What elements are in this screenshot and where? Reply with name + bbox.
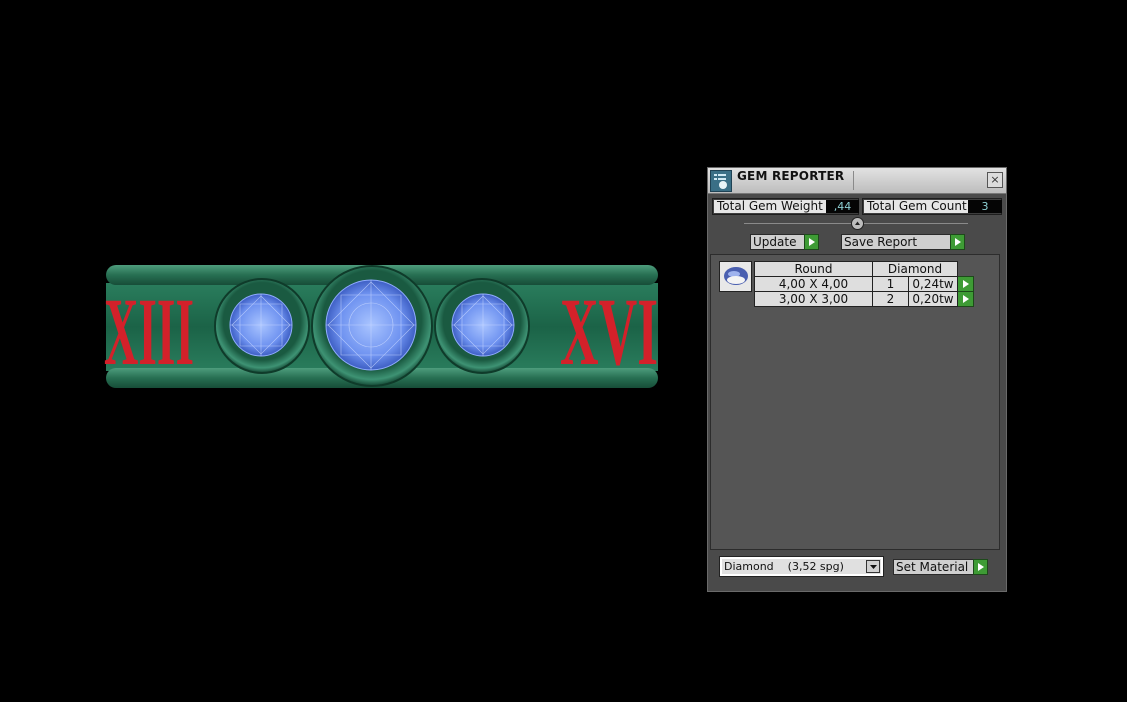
total-gem-count-field: Total Gem Count 3 [862, 198, 1002, 215]
gem-weight-cell: 0,20tw [908, 291, 958, 307]
chevron-down-icon[interactable] [866, 560, 880, 573]
update-button-label: Update [753, 235, 797, 249]
ring-render: XIII XVI [104, 265, 658, 388]
set-material-button[interactable]: Set Material [893, 559, 988, 575]
gem-count-cell: 2 [872, 291, 909, 307]
numeral-right-text: XVI [560, 278, 658, 385]
save-report-button-label: Save Report [844, 235, 918, 249]
set-material-button-label: Set Material [896, 560, 969, 574]
play-arrow-icon [804, 234, 819, 250]
gem-count-cell: 1 [872, 276, 909, 292]
gem-reporter-panel: GEM REPORTER × Total Gem Weight ,44 Tota… [707, 167, 1007, 592]
gem-right [434, 278, 530, 374]
roman-numerals-left: XIII [104, 278, 194, 385]
total-gem-weight-field: Total Gem Weight ,44 [712, 198, 859, 215]
total-gem-count-label: Total Gem Count [864, 200, 970, 213]
panel-slider-handle[interactable] [851, 217, 864, 230]
gem-left [214, 278, 310, 374]
gem-reporter-app-icon [710, 170, 732, 192]
play-arrow-icon [950, 234, 965, 250]
play-arrow-icon [973, 559, 988, 575]
round-gem-icon[interactable] [719, 261, 752, 292]
row-expand-arrow-icon[interactable] [957, 291, 974, 307]
col-header-shape: Round [754, 261, 873, 277]
material-select-value: Diamond (3,52 spg) [724, 560, 844, 573]
save-report-button[interactable]: Save Report [841, 234, 965, 250]
gem-table-header-row: Round Diamond [754, 261, 974, 277]
table-row[interactable]: 3,00 X 3,00 2 0,20tw [754, 291, 974, 307]
gem-center [311, 265, 433, 387]
gem-size-cell: 3,00 X 3,00 [754, 291, 873, 307]
update-button[interactable]: Update [750, 234, 819, 250]
gem-weight-cell: 0,24tw [908, 276, 958, 292]
panel-title: GEM REPORTER [737, 169, 845, 183]
3d-viewport[interactable]: XIII XVI [0, 0, 690, 702]
panel-titlebar[interactable]: GEM REPORTER × [708, 168, 1006, 194]
col-header-material: Diamond [872, 261, 958, 277]
numeral-left-text: XIII [104, 278, 194, 385]
gem-table: Round Diamond 4,00 X 4,00 1 0,24tw 3,00 … [754, 261, 974, 307]
roman-numerals-right: XVI [560, 278, 658, 385]
gem-size-cell: 4,00 X 4,00 [754, 276, 873, 292]
table-row[interactable]: 4,00 X 4,00 1 0,24tw [754, 276, 974, 292]
close-icon[interactable]: × [987, 172, 1003, 188]
row-expand-arrow-icon[interactable] [957, 276, 974, 292]
total-gem-count-value: 3 [968, 200, 1002, 213]
total-gem-weight-label: Total Gem Weight [714, 200, 826, 213]
material-select[interactable]: Diamond (3,52 spg) [719, 556, 884, 577]
titlebar-divider [853, 171, 854, 190]
gem-report-list[interactable]: Round Diamond 4,00 X 4,00 1 0,24tw 3,00 … [710, 254, 1000, 550]
total-gem-weight-value: ,44 [826, 200, 859, 213]
